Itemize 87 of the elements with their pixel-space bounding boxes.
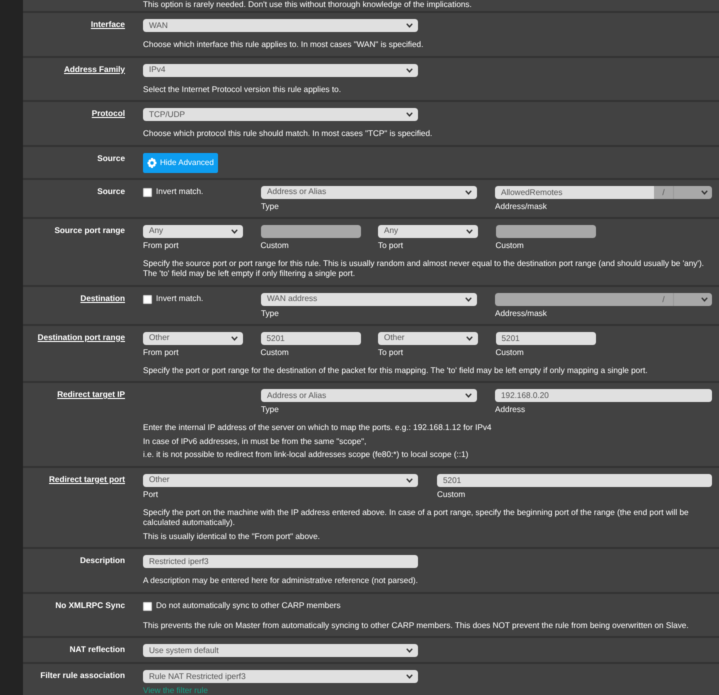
chevron-down-icon	[231, 228, 238, 234]
chevron-down-icon	[465, 393, 472, 398]
chevron-down-icon	[701, 296, 708, 302]
help-text: This prevents the rule on Master from automatically syncing to other CARP members. This does NOT prevent the rule from being overwritten on Slave.	[143, 620, 690, 631]
checkbox[interactable]	[143, 294, 152, 304]
field-label-link[interactable]: Redirect target IP	[23, 389, 125, 460]
mask-dropdown[interactable]: /	[654, 186, 712, 198]
help-text: Specify the port on the machine with the IP address entered above. In case of a port range, specify the beginning port of the range (the end port will be calculated automatically).	[143, 508, 690, 528]
field-label-link[interactable]: Destination port range	[23, 332, 125, 376]
checkbox[interactable]	[143, 188, 152, 196]
field-label-link[interactable]: Destination	[23, 292, 125, 318]
dropdown[interactable]: Any	[378, 224, 478, 238]
dropdown[interactable]: WAN	[143, 19, 418, 32]
chevron-down-icon	[701, 190, 708, 194]
help-text: i.e. it is not possible to redirect from link-local addresses scope (fe80:*) to local scope (::1)	[143, 450, 470, 460]
chevron-down-icon	[406, 648, 413, 653]
dropdown[interactable]: Use system default	[143, 644, 418, 657]
dropdown[interactable]: IPv4	[143, 64, 418, 76]
help-text: This option is rarely needed. Don't use this without thorough knowledge of the implications.	[142, 0, 473, 11]
chevron-down-icon	[465, 296, 472, 302]
field-label: NAT reflection	[68, 644, 125, 656]
filter-rule-link[interactable]: View the filter rule	[143, 686, 712, 695]
field-caption: Address	[495, 405, 526, 415]
help-text: Choose which protocol this rule should match. In most cases "TCP" is specified.	[143, 129, 434, 140]
checkbox-label: Invert match.	[156, 187, 204, 197]
field-label: Filter rule association	[39, 670, 125, 682]
input-field[interactable]: Restricted iperf3	[143, 555, 418, 568]
field-label: Source port range	[53, 224, 125, 237]
chevron-down-icon	[466, 228, 473, 234]
field-caption: Address/mask	[495, 308, 548, 318]
field-caption: Custom	[437, 490, 466, 500]
field-label: No XMLRPC Sync	[54, 600, 125, 612]
field-caption: From port	[143, 348, 180, 358]
field-caption: Type	[261, 202, 280, 212]
checkbox-label: Do not automatically sync to other CARP members	[156, 601, 341, 611]
dropdown[interactable]: TCP/UDP	[143, 108, 418, 121]
chevron-down-icon	[406, 478, 413, 482]
chevron-down-icon	[465, 190, 472, 194]
dropdown[interactable]: Other	[143, 474, 418, 486]
field-caption: Type	[261, 308, 280, 318]
field-label-link[interactable]: Interface	[23, 19, 125, 50]
field-label-link[interactable]: Protocol	[23, 108, 125, 140]
field-caption: Custom	[260, 240, 290, 250]
dropdown[interactable]: Other	[378, 332, 478, 344]
field-label-link[interactable]: Redirect target port	[23, 474, 125, 542]
field-caption: Type	[261, 405, 280, 415]
chevron-down-icon	[406, 68, 413, 72]
field-caption: Custom	[496, 348, 525, 358]
input-field[interactable]: 192.168.0.20	[495, 389, 712, 402]
chevron-down-icon	[406, 112, 413, 117]
input-field[interactable]: 5201	[260, 332, 360, 344]
field-caption: To port	[378, 348, 404, 358]
help-text: A description may be entered here for administrative reference (not parsed).	[143, 576, 419, 586]
field-caption: Port	[143, 490, 160, 500]
help-text: Specify the source port or port range for this rule. This is usually random and almost never equal to the destination port range (and should usually be 'any'). The 'to' field may be left empty if only filtering a single port.	[143, 258, 705, 280]
input-field[interactable]: 5201	[496, 332, 596, 344]
chevron-down-icon	[406, 674, 413, 679]
field-caption: Custom	[496, 240, 525, 250]
dropdown[interactable]: Address or Alias	[261, 186, 477, 198]
field-caption: Custom	[260, 348, 290, 358]
help-text: Enter the internal IP address of the server on which to map the ports. e.g.: 192.168.1.12 for IPv4	[143, 423, 492, 434]
checkbox[interactable]	[143, 602, 152, 610]
dropdown[interactable]: WAN address	[261, 292, 477, 306]
gear-icon	[147, 158, 157, 168]
chevron-down-icon	[231, 336, 238, 340]
field-caption: Address/mask	[495, 202, 548, 212]
help-text: This is usually identical to the "From port" above.	[143, 532, 321, 542]
dropdown[interactable]: Any	[143, 224, 243, 238]
field-label: Source	[96, 152, 125, 164]
chevron-down-icon	[466, 336, 473, 340]
field-caption: To port	[378, 240, 404, 250]
chevron-down-icon	[406, 23, 413, 28]
help-text: Specify the port or port range for the destination of the packet for this mapping. The 'to' field may be left empty if only mapping a single port.	[143, 366, 649, 376]
help-text: Select the Internet Protocol version this rule applies to.	[143, 84, 342, 95]
dropdown[interactable]: Other	[143, 332, 243, 344]
help-text: Choose which interface this rule applies to. In most cases "WAN" is specified.	[143, 40, 424, 50]
field-caption: From port	[143, 240, 180, 250]
hide-advanced-button[interactable]: Hide Advanced	[143, 152, 218, 172]
help-text: In case of IPv6 addresses, in must be from the same "scope",	[143, 436, 368, 447]
checkbox-label: Invert match.	[156, 294, 204, 304]
dropdown[interactable]: Rule NAT Restricted iperf3	[143, 670, 418, 683]
input-field[interactable]: 5201	[437, 474, 712, 486]
field-label: Description	[78, 555, 125, 567]
field-label: Source	[96, 186, 125, 198]
address-field[interactable]: AllowedRemotes	[495, 186, 654, 198]
field-label-link[interactable]: Address Family	[23, 64, 125, 95]
dropdown[interactable]: Address or Alias	[261, 389, 477, 402]
